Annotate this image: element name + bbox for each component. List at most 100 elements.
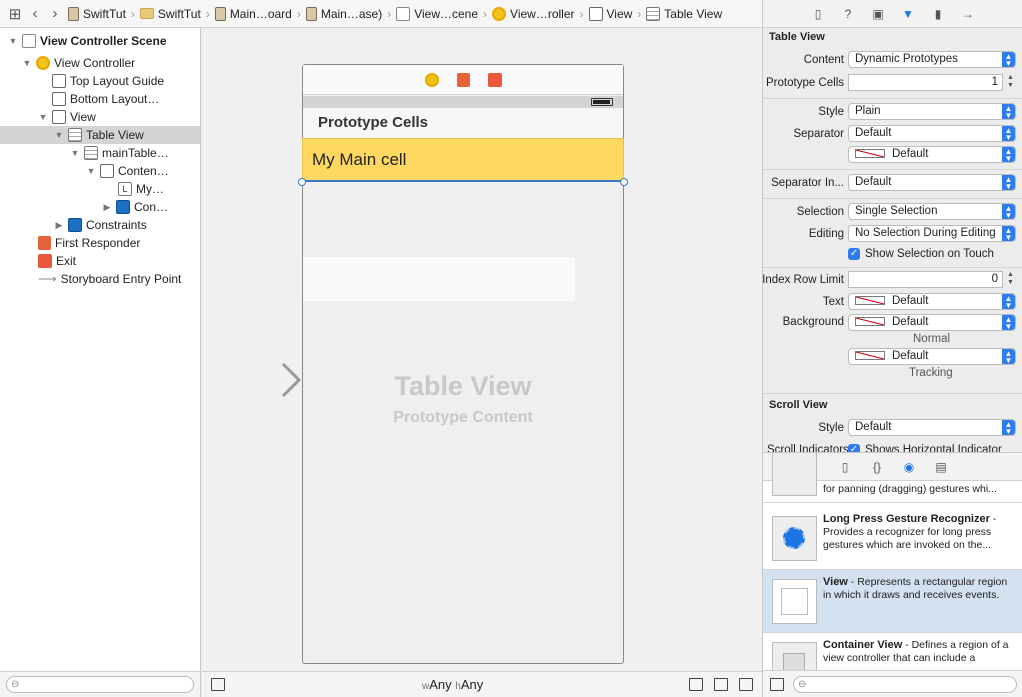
table-cell-icon <box>84 146 98 160</box>
show-selection-checkbox[interactable]: ✓ <box>848 248 860 260</box>
jump-bar: ⊞ ‹ › SwiftTut › SwiftTut › Main…oard › … <box>0 0 762 28</box>
outline-first-responder[interactable]: First Responder <box>0 234 200 252</box>
divider <box>763 169 1022 170</box>
resolve-autolayout-icon[interactable] <box>739 678 753 691</box>
prototype-cells-stepper[interactable]: ▲ ▼ <box>1005 74 1016 91</box>
view-controller-scene[interactable]: Prototype Cells My Main cell Table View … <box>298 64 628 664</box>
outline-exit[interactable]: Exit <box>0 252 200 270</box>
disclosure-closed-icon[interactable]: ▶ <box>102 202 112 213</box>
outline-main-table-cell[interactable]: ▼ mainTable… <box>0 144 200 162</box>
layout-guide-icon <box>52 92 66 106</box>
separator-popup[interactable]: Default ▲ ▼ <box>848 125 1016 142</box>
jump-item-storyboard-base[interactable]: Main…ase) <box>304 6 384 21</box>
disclosure-open-icon[interactable]: ▼ <box>70 148 80 158</box>
library-filter-input[interactable]: ⊖ <box>793 676 1017 693</box>
outline-label[interactable]: L My… <box>0 180 200 198</box>
index-row-limit-field[interactable]: 0 <box>848 271 1003 288</box>
outline-filter-bar: ⊖ <box>0 671 201 697</box>
size-class-control[interactable]: wAny hAny <box>422 677 483 692</box>
file-inspector-icon[interactable]: ▯ <box>810 6 826 22</box>
background-normal-popup[interactable]: Default ▲ ▼ <box>848 314 1016 331</box>
jump-item-project[interactable]: SwiftTut <box>66 6 128 21</box>
outline-table-view[interactable]: ▼ Table View <box>0 126 200 144</box>
view-controller-icon <box>492 6 507 21</box>
storyboard-icon <box>305 6 317 21</box>
related-items-icon[interactable]: ⊞ <box>6 5 24 23</box>
text-color-popup[interactable]: Default ▲ ▼ <box>848 293 1016 310</box>
jump-item-storyboard[interactable]: Main…oard <box>213 6 294 21</box>
help-inspector-icon[interactable]: ? <box>840 6 856 22</box>
filter-icon: ⊖ <box>11 679 20 690</box>
scroll-style-popup[interactable]: Default ▲ ▼ <box>848 419 1016 436</box>
disclosure-open-icon[interactable]: ▼ <box>22 58 32 68</box>
resize-handle[interactable] <box>298 178 306 186</box>
outline-view[interactable]: ▼ View <box>0 108 200 126</box>
outline-bottom-layout-guide[interactable]: Bottom Layout… <box>0 90 200 108</box>
pan-gesture-thumbnail <box>772 453 817 496</box>
grid-list-toggle-icon[interactable] <box>770 678 784 691</box>
entry-point-arrow-icon[interactable] <box>207 358 303 398</box>
pin-icon[interactable] <box>714 678 728 691</box>
color-swatch-icon <box>855 351 885 360</box>
text-color-label: Text <box>822 296 844 308</box>
separator-inset-popup[interactable]: Default ▲ ▼ <box>848 174 1016 191</box>
stack-icon[interactable] <box>689 678 703 691</box>
main-table-cell[interactable]: My Main cell <box>302 138 624 182</box>
separator-chevron-icon: › <box>296 6 301 21</box>
storyboard-canvas[interactable]: Prototype Cells My Main cell Table View … <box>202 28 762 671</box>
outline-entry-point[interactable]: ⟶ Storyboard Entry Point <box>0 270 200 288</box>
outline-filter-input[interactable]: ⊖ <box>6 676 194 693</box>
disclosure-open-icon[interactable]: ▼ <box>54 130 64 140</box>
disclosure-open-icon[interactable]: ▼ <box>8 36 18 46</box>
separator-color-popup[interactable]: Default ▲ ▼ <box>848 146 1016 163</box>
separator-chevron-icon: › <box>130 6 135 21</box>
jump-item-table-view[interactable]: Table View <box>644 6 724 21</box>
outline-content-view[interactable]: ▼ Conten… <box>0 162 200 180</box>
content-popup[interactable]: Dynamic Prototypes ▲ ▼ <box>848 51 1016 68</box>
jump-item-view[interactable]: View <box>587 6 635 21</box>
outline-scene[interactable]: ▼ View Controller Scene <box>0 32 200 50</box>
disclosure-open-icon[interactable]: ▼ <box>38 112 48 122</box>
scroll-view-section-title: Scroll View <box>769 399 828 411</box>
outline-constraints-sub[interactable]: ▶ Con… <box>0 198 200 216</box>
library-item-long-press[interactable]: Long Press Gesture Recognizer - Provides… <box>763 507 1022 570</box>
exit-icon[interactable] <box>487 72 502 87</box>
prototype-cells-field[interactable]: 1 <box>848 74 1003 91</box>
identity-inspector-icon[interactable]: ▣ <box>870 6 886 22</box>
size-inspector-icon[interactable]: ▮ <box>930 6 946 22</box>
view-controller-icon[interactable] <box>424 72 439 87</box>
jump-item-view-controller[interactable]: View…roller <box>490 6 576 21</box>
background-tracking-popup[interactable]: Default ▲ ▼ <box>848 348 1016 365</box>
disclosure-closed-icon[interactable]: ▶ <box>54 220 64 231</box>
selection-popup[interactable]: Single Selection ▲ ▼ <box>848 203 1016 220</box>
forward-button[interactable]: › <box>46 5 64 23</box>
back-button[interactable]: ‹ <box>26 5 44 23</box>
editing-popup[interactable]: No Selection During Editing ▲ ▼ <box>848 225 1016 242</box>
color-swatch-icon <box>855 296 885 305</box>
library-item-text: Long Press Gesture Recognizer - Provides… <box>823 513 997 551</box>
first-responder-icon[interactable] <box>456 72 470 87</box>
show-horizontal-indicator-checkbox[interactable]: ✓ <box>848 444 860 452</box>
style-popup[interactable]: Plain ▲ ▼ <box>848 103 1016 120</box>
disclosure-open-icon[interactable]: ▼ <box>86 166 96 176</box>
library-item-pan-gesture[interactable]: for panning (dragging) gestures whi... <box>763 453 1022 503</box>
separator-chevron-icon: › <box>205 6 210 21</box>
index-row-limit-stepper[interactable]: ▲ ▼ <box>1005 271 1016 288</box>
outline-view-controller[interactable]: ▼ View Controller <box>0 54 200 72</box>
show-outline-icon[interactable] <box>211 678 225 691</box>
color-swatch-icon <box>855 149 885 158</box>
document-outline: ▼ View Controller Scene ▼ View Controller … <box>0 28 201 671</box>
library-item-view[interactable]: View - Represents a rectangular region i… <box>763 570 1022 633</box>
outline-top-layout-guide[interactable]: Top Layout Guide <box>0 72 200 90</box>
table-view-icon <box>646 6 661 21</box>
divider <box>763 393 1022 394</box>
attributes-inspector-icon[interactable]: ▼ <box>900 6 916 22</box>
jump-item-folder[interactable]: SwiftTut <box>138 7 203 21</box>
outline-constraints[interactable]: ▶ Constraints <box>0 216 200 234</box>
inspector-tabs: ▯ ? ▣ ▼ ▮ → <box>763 0 1022 28</box>
jump-item-scene[interactable]: View…cene <box>394 6 480 21</box>
library-item-text: for panning (dragging) gestures whi... <box>823 483 997 495</box>
divider <box>763 98 1022 99</box>
resize-handle[interactable] <box>620 178 628 186</box>
connections-inspector-icon[interactable]: → <box>960 6 976 22</box>
